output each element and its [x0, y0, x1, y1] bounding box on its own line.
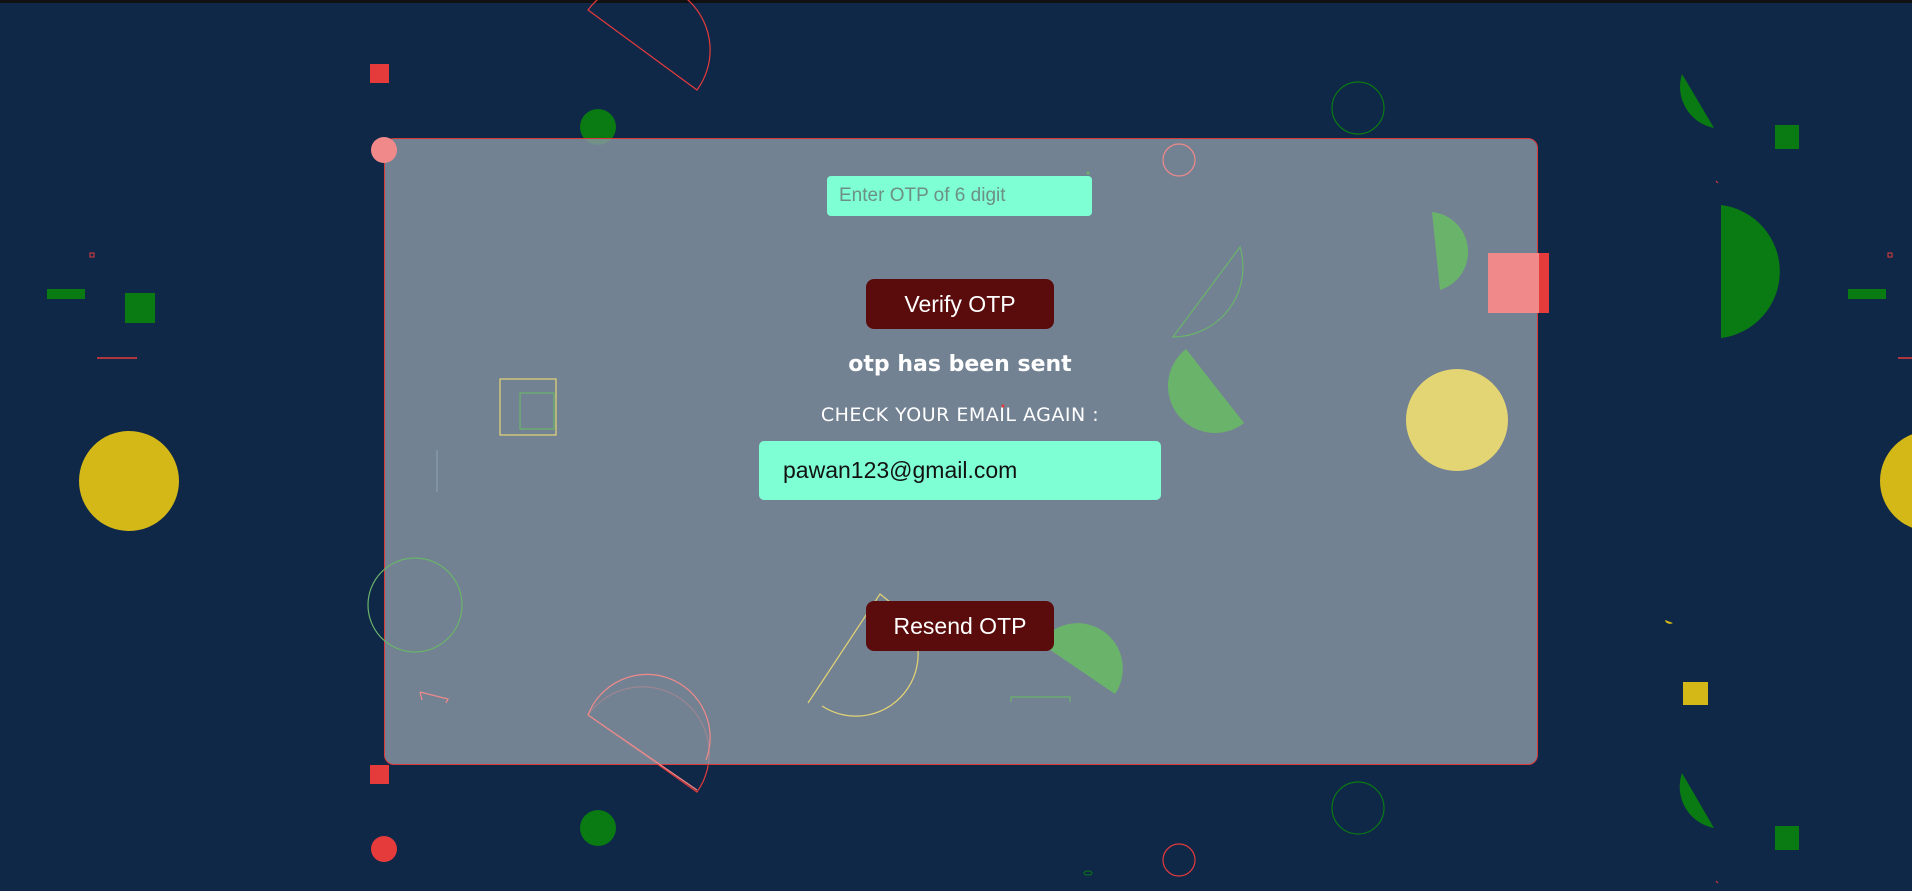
email-display: pawan123@gmail.com: [759, 441, 1161, 500]
otp-input[interactable]: [827, 176, 1092, 216]
verify-otp-button[interactable]: Verify OTP: [866, 279, 1054, 329]
check-email-label: CHECK YOUR EMAIL AGAIN :: [820, 404, 1100, 426]
otp-sent-message: otp has been sent: [848, 352, 1072, 377]
email-value: pawan123@gmail.com: [783, 457, 1018, 483]
resend-otp-button[interactable]: Resend OTP: [866, 601, 1054, 651]
